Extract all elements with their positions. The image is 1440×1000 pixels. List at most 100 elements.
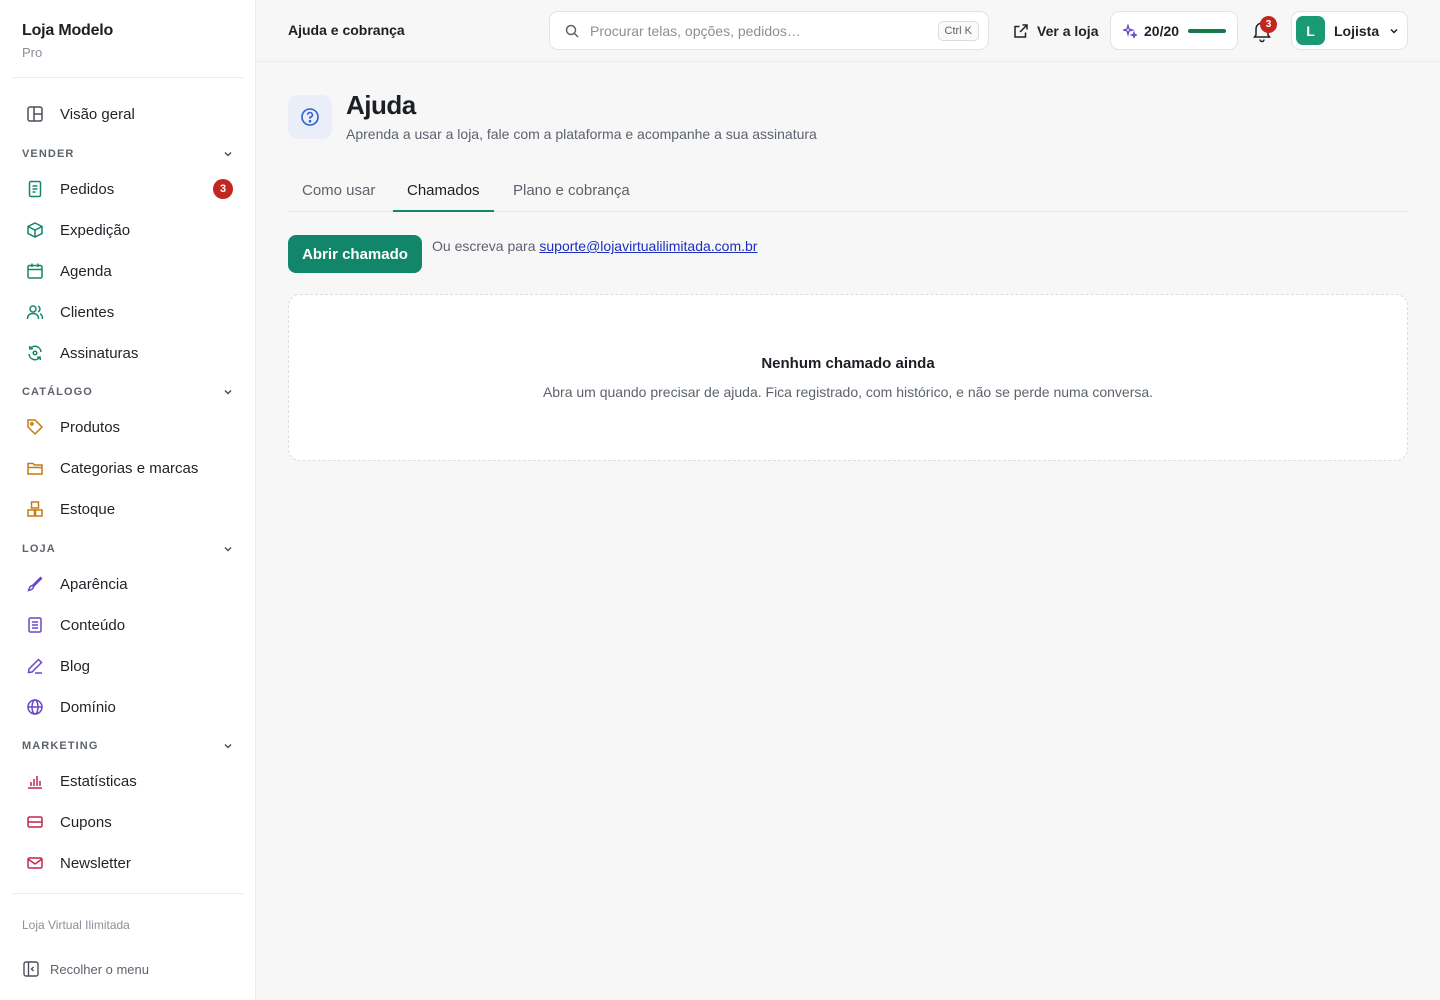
section-title: CATÁLOGO xyxy=(22,386,93,398)
notifications-badge: 3 xyxy=(1260,16,1277,33)
sidebar-item-label: Visão geral xyxy=(60,105,135,123)
sidebar-item-label: Blog xyxy=(60,657,91,675)
chevron-down-icon xyxy=(224,743,232,749)
topbar: Ajuda e cobrança Ctrl K Ver a loja 20/20… xyxy=(256,0,1440,62)
receipt-icon xyxy=(24,178,46,200)
brush-icon xyxy=(24,573,46,595)
section-marketing[interactable]: MARKETING xyxy=(22,740,234,752)
support-email-hint: Ou escreva para suporte@lojavirtualilimi… xyxy=(432,238,757,254)
open-ticket-button[interactable]: Abrir chamado xyxy=(288,235,422,273)
tag-icon xyxy=(24,416,46,438)
sidebar-item-schedule[interactable]: Agenda xyxy=(12,253,244,289)
ticket-icon xyxy=(24,811,46,833)
quota-value: 20/20 xyxy=(1144,22,1180,39)
sidebar-item-stats[interactable]: Estatísticas xyxy=(12,763,244,799)
mail-icon xyxy=(24,852,46,874)
tab-plan-billing[interactable]: Plano e cobrança xyxy=(499,170,644,211)
empty-state: Nenhum chamado ainda Abra um quando prec… xyxy=(288,294,1408,461)
sidebar-item-label: Pedidos xyxy=(60,180,115,198)
refresh-icon xyxy=(24,342,46,364)
sidebar-item-coupons[interactable]: Cupons xyxy=(12,804,244,840)
section-title: MARKETING xyxy=(22,740,99,752)
search-box[interactable]: Ctrl K xyxy=(549,11,989,50)
help-circle-icon xyxy=(288,95,332,139)
pen-icon xyxy=(24,655,46,677)
layout-icon xyxy=(24,103,46,125)
collapse-menu-button[interactable]: Recolher o menu xyxy=(12,955,244,983)
sidebar-item-appearance[interactable]: Aparência xyxy=(12,566,244,602)
brand[interactable]: Loja Modelo Pro xyxy=(22,22,113,60)
sidebar-item-stock[interactable]: Estoque xyxy=(12,491,244,527)
sidebar-item-orders[interactable]: Pedidos 3 xyxy=(12,171,244,207)
calendar-icon xyxy=(24,260,46,282)
view-store-link[interactable]: Ver a loja xyxy=(1013,11,1098,50)
sidebar-item-label: Estatísticas xyxy=(60,772,137,790)
sidebar-item-label: Aparência xyxy=(60,575,128,593)
sidebar-item-label: Categorias e marcas xyxy=(60,459,199,477)
avatar: L xyxy=(1296,16,1325,45)
sidebar-item-label: Conteúdo xyxy=(60,616,126,634)
section-title: VENDER xyxy=(22,148,75,160)
sidebar-item-label: Domínio xyxy=(60,698,116,716)
chevron-down-icon xyxy=(224,546,232,552)
folder-icon xyxy=(24,457,46,479)
tab-how-to-use[interactable]: Como usar xyxy=(288,170,389,211)
sidebar-item-blog[interactable]: Blog xyxy=(12,648,244,684)
external-link-icon xyxy=(1014,23,1028,38)
sidebar-item-content[interactable]: Conteúdo xyxy=(12,607,244,643)
sidebar-item-label: Clientes xyxy=(60,303,115,321)
store-name: Loja Virtual Ilimitada xyxy=(22,918,130,932)
quota-progress-fill xyxy=(1188,28,1227,33)
sidebar-item-customers[interactable]: Clientes xyxy=(12,294,244,330)
sidebar-collapse-icon xyxy=(23,961,39,977)
sidebar: Loja Modelo Pro Visão geral VENDER Pedid… xyxy=(0,0,256,1000)
sidebar-item-label: Cupons xyxy=(60,813,112,831)
quota-progress-bar xyxy=(1188,28,1227,33)
chevron-down-icon xyxy=(224,151,232,157)
boxes-icon xyxy=(24,498,46,520)
empty-state-title: Nenhum chamado ainda xyxy=(761,355,935,372)
globe-icon xyxy=(24,696,46,718)
page-title: Ajuda xyxy=(346,90,416,120)
empty-state-description: Abra um quando precisar de ajuda. Fica r… xyxy=(542,384,1154,400)
bar-chart-icon xyxy=(24,770,46,792)
user-menu-button[interactable]: L Lojista xyxy=(1291,11,1408,50)
brand-name: Loja Modelo xyxy=(22,22,114,39)
sidebar-item-products[interactable]: Produtos xyxy=(12,409,244,445)
section-store[interactable]: LOJA xyxy=(22,543,234,555)
sidebar-divider xyxy=(12,77,244,78)
user-name: Lojista xyxy=(1334,22,1380,39)
tabs: Como usar Chamados Plano e cobrança xyxy=(288,170,1408,212)
support-email-prefix: Ou escreva para xyxy=(432,238,536,254)
view-store-label: Ver a loja xyxy=(1037,22,1099,39)
section-catalog[interactable]: CATÁLOGO xyxy=(22,386,234,398)
sidebar-item-categories[interactable]: Categorias e marcas xyxy=(12,450,244,486)
breadcrumb: Ajuda e cobrança xyxy=(288,22,405,38)
sidebar-item-shipping[interactable]: Expedição xyxy=(12,212,244,248)
ai-quota-button[interactable]: 20/20 xyxy=(1110,11,1238,50)
orders-count-badge: 3 xyxy=(213,179,233,199)
sidebar-item-overview[interactable]: Visão geral xyxy=(12,96,244,132)
chevron-down-icon xyxy=(224,389,232,395)
sidebar-item-newsletter[interactable]: Newsletter xyxy=(12,845,244,881)
sidebar-item-label: Newsletter xyxy=(60,854,131,872)
sidebar-item-subscriptions[interactable]: Assinaturas xyxy=(12,335,244,371)
support-email-link[interactable]: suporte@lojavirtualilimitada.com.br xyxy=(539,238,757,254)
section-title: LOJA xyxy=(22,543,56,555)
sidebar-item-label: Produtos xyxy=(60,418,121,436)
collapse-menu-label: Recolher o menu xyxy=(50,961,149,977)
sidebar-item-label: Expedição xyxy=(60,221,131,239)
sidebar-item-label: Assinaturas xyxy=(60,344,139,362)
box-icon xyxy=(24,219,46,241)
brand-plan: Pro xyxy=(22,45,43,60)
sparkle-icon xyxy=(1123,23,1137,38)
chevron-down-icon xyxy=(1390,28,1398,34)
search-shortcut: Ctrl K xyxy=(937,21,979,41)
search-icon xyxy=(565,24,579,38)
search-input[interactable] xyxy=(590,22,920,39)
tab-tickets[interactable]: Chamados xyxy=(393,170,494,212)
sidebar-item-domain[interactable]: Domínio xyxy=(12,689,244,725)
page-subtitle: Aprenda a usar a loja, fale com a plataf… xyxy=(346,126,817,142)
section-sell[interactable]: VENDER xyxy=(22,148,234,160)
sidebar-item-label: Estoque xyxy=(60,500,116,518)
